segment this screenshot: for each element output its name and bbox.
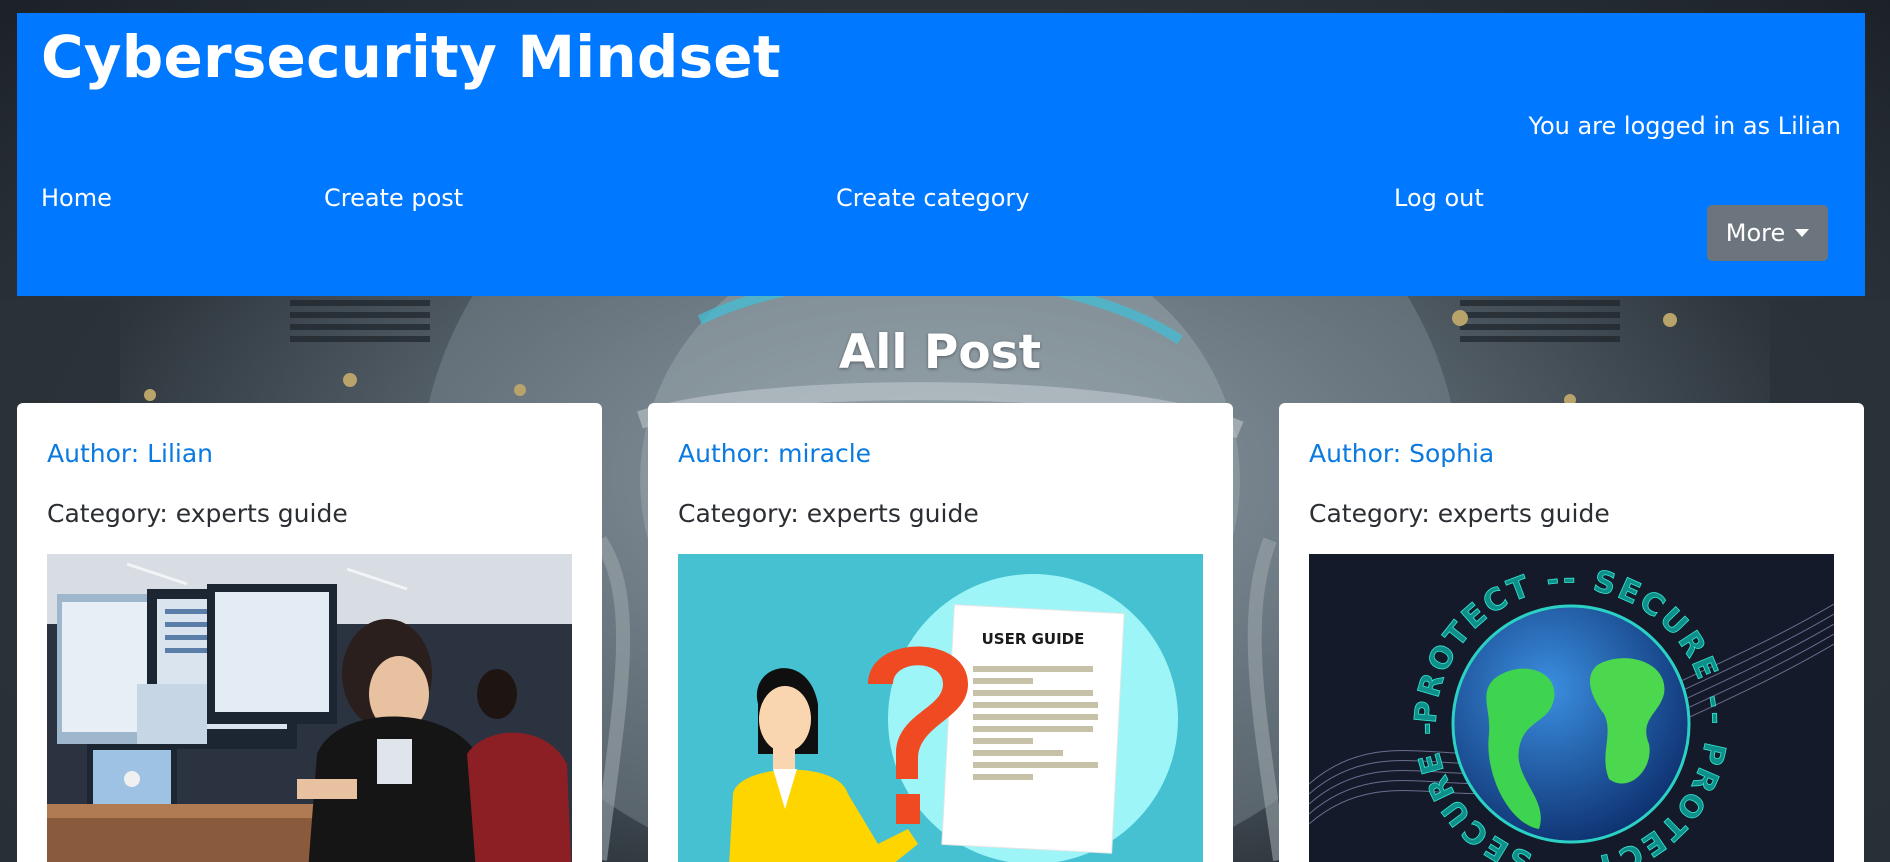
nav-create-post-link[interactable]: Create post bbox=[324, 184, 463, 212]
login-status: You are logged in as Lilian bbox=[1528, 112, 1841, 140]
page-heading: All Post bbox=[838, 325, 1042, 380]
caret-down-icon bbox=[1795, 229, 1810, 237]
user-guide-label: USER GUIDE bbox=[982, 630, 1085, 648]
site-title: Cybersecurity Mindset bbox=[41, 23, 781, 91]
post-card: Author: miracle Category: experts guide … bbox=[648, 403, 1233, 862]
more-dropdown-button[interactable]: More bbox=[1707, 205, 1828, 261]
globe-security-image[interactable]: PROTECT -- SECURE -- PROTECT -- SECURE -… bbox=[1309, 554, 1834, 862]
nav-log-out-link[interactable]: Log out bbox=[1394, 184, 1484, 212]
post-card: Author: Sophia Category: experts guide P… bbox=[1279, 403, 1864, 862]
nav-create-category-link[interactable]: Create category bbox=[836, 184, 1029, 212]
post-author-link[interactable]: Author: Lilian bbox=[47, 439, 213, 468]
post-category: Category: experts guide bbox=[47, 499, 348, 528]
user-guide-image[interactable]: USER GUIDE bbox=[678, 554, 1203, 862]
site-header: Cybersecurity Mindset You are logged in … bbox=[17, 13, 1865, 296]
more-button-label: More bbox=[1725, 219, 1786, 247]
post-category: Category: experts guide bbox=[1309, 499, 1610, 528]
post-author-link[interactable]: Author: Sophia bbox=[1309, 439, 1494, 468]
nav-home-link[interactable]: Home bbox=[41, 184, 112, 212]
post-author-link[interactable]: Author: miracle bbox=[678, 439, 871, 468]
post-category: Category: experts guide bbox=[678, 499, 979, 528]
post-card: Author: Lilian Category: experts guide bbox=[17, 403, 602, 862]
developer-workstation-image[interactable] bbox=[47, 554, 572, 862]
